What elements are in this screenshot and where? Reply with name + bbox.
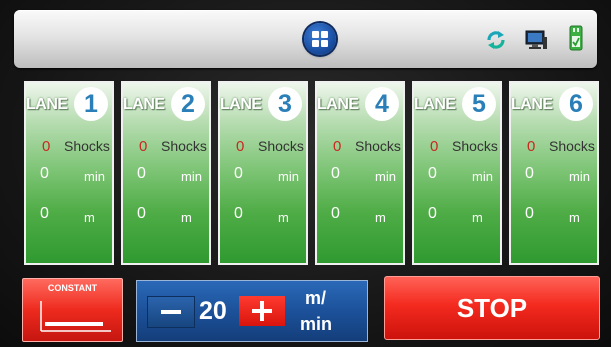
shocks-label: Shocks bbox=[355, 138, 401, 154]
speed-unit-bottom: min bbox=[300, 314, 333, 334]
lane-number: 6 bbox=[559, 87, 593, 121]
lane-label: LANE bbox=[317, 96, 359, 113]
lane-label: LANE bbox=[220, 96, 262, 113]
lane-label: LANE bbox=[414, 96, 456, 113]
shocks-count: 0 bbox=[527, 138, 536, 155]
minus-icon bbox=[161, 310, 181, 314]
meters-label: m bbox=[181, 210, 192, 225]
meters-label: m bbox=[569, 210, 580, 225]
refresh-sync-icon[interactable] bbox=[485, 29, 507, 51]
lane-number: 3 bbox=[268, 87, 302, 121]
meters-value: 0 bbox=[234, 205, 243, 222]
constant-mode-button[interactable]: CONSTANT bbox=[22, 278, 123, 342]
lane-panel-3[interactable]: LANE 3 0 Shocks 0 min 0 m bbox=[218, 81, 308, 265]
grid-menu-icon[interactable] bbox=[304, 23, 336, 55]
lane-panel-4[interactable]: LANE 4 0 Shocks 0 min 0 m bbox=[315, 81, 405, 265]
minutes-value: 0 bbox=[331, 165, 340, 182]
shocks-label: Shocks bbox=[452, 138, 498, 154]
lane-number: 4 bbox=[365, 87, 399, 121]
lane-panel-2[interactable]: LANE 2 0 Shocks 0 min 0 m bbox=[121, 81, 211, 265]
shocks-label: Shocks bbox=[258, 138, 304, 154]
lane-panel-1[interactable]: LANE 1 0 Shocks 0 min 0 m bbox=[24, 81, 114, 265]
minutes-label: min bbox=[472, 169, 493, 184]
minutes-value: 0 bbox=[234, 165, 243, 182]
lane-label: LANE bbox=[123, 96, 165, 113]
lane-panel-5[interactable]: LANE 5 0 Shocks 0 min 0 m bbox=[412, 81, 502, 265]
meters-value: 0 bbox=[525, 205, 534, 222]
increase-speed-button[interactable] bbox=[239, 296, 285, 326]
minutes-label: min bbox=[84, 169, 105, 184]
constant-speed-graph-icon bbox=[40, 301, 111, 332]
device-check-icon[interactable] bbox=[569, 25, 583, 51]
shocks-count: 0 bbox=[139, 138, 148, 155]
minutes-label: min bbox=[375, 169, 396, 184]
meters-value: 0 bbox=[137, 205, 146, 222]
meters-label: m bbox=[84, 210, 95, 225]
meters-value: 0 bbox=[428, 205, 437, 222]
lane-number: 1 bbox=[74, 87, 108, 121]
minutes-value: 0 bbox=[428, 165, 437, 182]
shocks-label: Shocks bbox=[64, 138, 110, 154]
speed-unit-top: m/ bbox=[305, 288, 327, 308]
top-bar bbox=[14, 10, 597, 68]
lane-number: 2 bbox=[171, 87, 205, 121]
meters-label: m bbox=[375, 210, 386, 225]
meters-label: m bbox=[278, 210, 289, 225]
minutes-value: 0 bbox=[525, 165, 534, 182]
meters-value: 0 bbox=[331, 205, 340, 222]
decrease-speed-button[interactable] bbox=[147, 296, 195, 328]
speed-value: 20 bbox=[199, 297, 227, 325]
shocks-label: Shocks bbox=[161, 138, 207, 154]
meters-value: 0 bbox=[40, 205, 49, 222]
minutes-label: min bbox=[181, 169, 202, 184]
shocks-count: 0 bbox=[42, 138, 51, 155]
speed-control: 20 m/ min bbox=[136, 280, 368, 342]
lane-label: LANE bbox=[511, 96, 553, 113]
mode-title: CONSTANT bbox=[47, 283, 98, 293]
lane-label: LANE bbox=[26, 96, 68, 113]
minutes-value: 0 bbox=[137, 165, 146, 182]
minutes-label: min bbox=[278, 169, 299, 184]
shocks-count: 0 bbox=[236, 138, 245, 155]
lane-panel-6[interactable]: LANE 6 0 Shocks 0 min 0 m bbox=[509, 81, 599, 265]
shocks-count: 0 bbox=[333, 138, 342, 155]
minutes-label: min bbox=[569, 169, 590, 184]
lane-number: 5 bbox=[462, 87, 496, 121]
shocks-count: 0 bbox=[430, 138, 439, 155]
meters-label: m bbox=[472, 210, 483, 225]
shocks-label: Shocks bbox=[549, 138, 595, 154]
computer-monitor-icon[interactable] bbox=[524, 29, 548, 51]
minutes-value: 0 bbox=[40, 165, 49, 182]
stop-button[interactable]: STOP bbox=[384, 276, 600, 340]
